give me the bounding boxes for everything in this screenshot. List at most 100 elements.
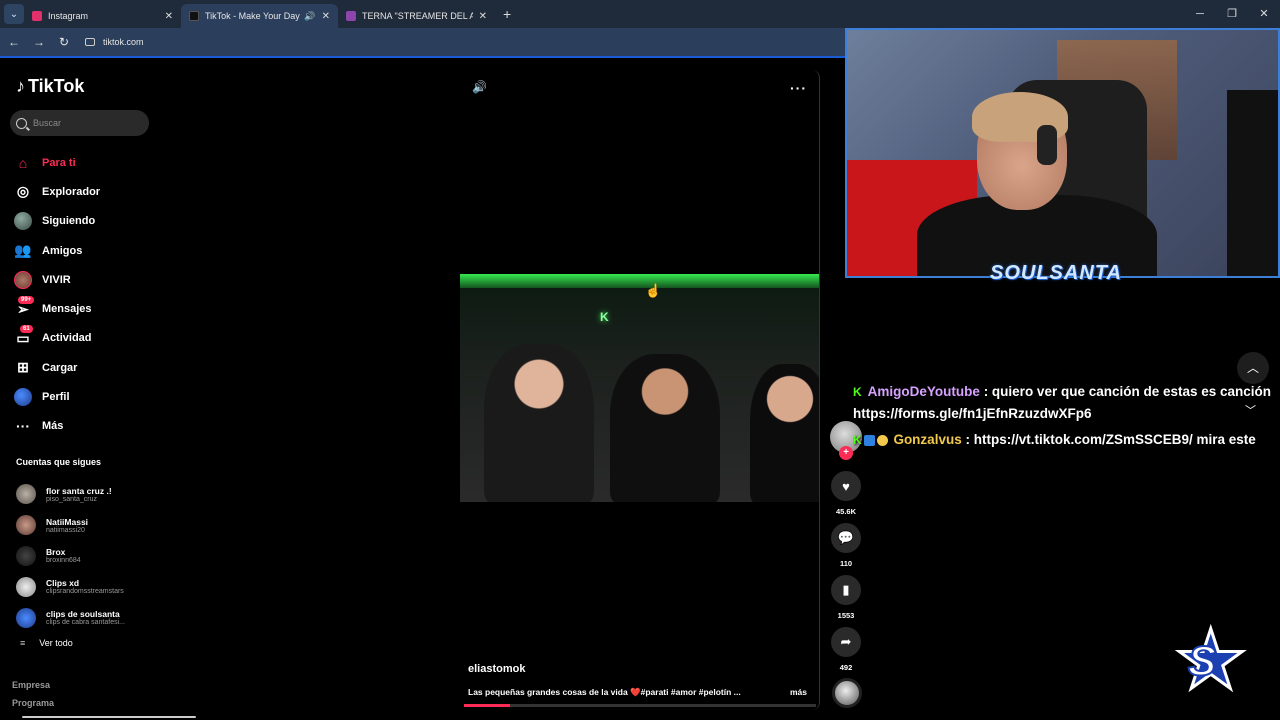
- volume-icon[interactable]: 🔊: [472, 80, 487, 94]
- site-info-icon[interactable]: [85, 38, 95, 46]
- main-nav: ⌂ Para ti ◎ Explorador Siguiendo 👥 Amigo…: [14, 148, 100, 441]
- search-placeholder: Buscar: [33, 118, 62, 128]
- following-name: Brox: [46, 547, 66, 558]
- following-handle: clipsrandomsstreamstars: [46, 588, 124, 596]
- horizontal-scrollbar[interactable]: [22, 716, 196, 718]
- reload-icon[interactable]: ↻: [53, 35, 75, 49]
- following-handle: piso_santa_cruz: [46, 495, 97, 503]
- new-tab-button[interactable]: +: [503, 6, 511, 22]
- tiktok-logo[interactable]: ♪ TikTok: [16, 76, 84, 97]
- search-input[interactable]: Buscar: [10, 110, 149, 136]
- video-progress-bar[interactable]: [464, 704, 816, 707]
- webcam-name-label: SOULSANTA: [990, 262, 1122, 284]
- window-controls: ─ ❐ ✕: [1184, 0, 1280, 28]
- nav-label: Perfil: [42, 391, 70, 404]
- nav-label: Siguiendo: [42, 215, 96, 228]
- logo-text: TikTok: [28, 76, 85, 96]
- speaker-icon[interactable]: 🔊: [304, 11, 315, 22]
- tiktok-icon: [189, 11, 199, 21]
- url-field[interactable]: tiktok.com: [85, 37, 144, 47]
- footer-link-empresa[interactable]: Empresa: [12, 680, 50, 690]
- more-options-icon[interactable]: ···: [790, 80, 807, 96]
- restore-icon[interactable]: ❐: [1216, 0, 1248, 28]
- live-avatar-icon: [14, 270, 32, 289]
- tab-title: Instagram: [48, 11, 89, 21]
- tab-terna[interactable]: TERNA "STREAMER DEL AÑO" ✕: [338, 4, 495, 28]
- nav-para-ti[interactable]: ⌂ Para ti: [14, 148, 100, 177]
- minimize-icon[interactable]: ─: [1184, 0, 1216, 28]
- close-window-icon[interactable]: ✕: [1248, 0, 1280, 28]
- following-item[interactable]: Clips xd clipsrandomsstreamstars: [16, 571, 125, 602]
- share-count: 492: [839, 663, 853, 672]
- following-name: Clips xd: [46, 578, 80, 589]
- forward-icon[interactable]: →: [28, 35, 50, 49]
- nav-siguiendo[interactable]: Siguiendo: [14, 207, 100, 236]
- chat-username: AmigoDeYoutube: [867, 384, 980, 399]
- following-name: clips de soulsanta: [46, 609, 120, 620]
- browser-tab-bar: ⌄ Instagram ✕ TikTok - Make Your Day 🔊 ✕…: [0, 0, 1280, 28]
- chat-text: : quiero ver que canción de estas es can…: [983, 384, 1272, 399]
- heart-icon: ♥: [842, 478, 850, 494]
- stream-chat-overlay: K AmigoDeYoutube : quiero ver que canción…: [853, 384, 1280, 454]
- footer-link-programa[interactable]: Programa: [12, 698, 54, 708]
- tab-title: TikTok - Make Your Day: [205, 11, 300, 21]
- close-icon[interactable]: ✕: [322, 11, 330, 22]
- comment-button[interactable]: 💬: [831, 523, 861, 553]
- following-item[interactable]: NatiiMassi natiimassi20: [16, 510, 125, 541]
- chat-message: https://forms.gle/fn1jEfnRzuzdwXFp6: [853, 406, 1280, 428]
- star-badge-icon: [876, 434, 888, 446]
- nav-label: Cargar: [42, 361, 78, 374]
- url-text: tiktok.com: [103, 37, 144, 47]
- chat-text: : https://vt.tiktok.com/ZSmSSCEB9/ mira …: [965, 432, 1256, 447]
- kick-badge-icon: K: [853, 385, 862, 399]
- avatar: [16, 545, 36, 566]
- music-disc-avatar[interactable]: [832, 678, 862, 708]
- avatar: [16, 484, 36, 505]
- tab-instagram[interactable]: Instagram ✕: [24, 4, 181, 28]
- home-icon: ⌂: [18, 154, 28, 171]
- share-icon: ➦: [840, 634, 852, 649]
- tab-tiktok[interactable]: TikTok - Make Your Day 🔊 ✕: [181, 4, 338, 28]
- scroll-up-button[interactable]: ︿: [1237, 352, 1269, 384]
- like-button[interactable]: ♥: [831, 471, 861, 501]
- chat-message: K Gonzalvus : https://vt.tiktok.com/ZSmS…: [853, 432, 1280, 454]
- close-icon[interactable]: ✕: [479, 11, 487, 22]
- instagram-icon: [32, 11, 42, 21]
- tab-search-button[interactable]: ⌄: [4, 4, 24, 24]
- following-name: NatiiMassi: [46, 516, 89, 527]
- nav-cargar[interactable]: ⊞ Cargar: [14, 353, 100, 382]
- person-left: [484, 344, 594, 502]
- avatar: [16, 515, 36, 536]
- following-item[interactable]: Brox broxinn684: [16, 541, 125, 572]
- nav-vivir[interactable]: VIVIR: [14, 265, 100, 294]
- video-progress-fill: [464, 704, 510, 707]
- nav-perfil[interactable]: Perfil: [14, 382, 100, 411]
- nav-mas[interactable]: ··· Más: [14, 412, 100, 441]
- cam-background-person: [1227, 90, 1278, 276]
- logo-letter: S: [1187, 637, 1217, 684]
- nav-label: VIVIR: [42, 273, 71, 286]
- share-button[interactable]: ➦: [831, 627, 861, 657]
- compass-icon: ◎: [16, 183, 30, 200]
- chat-username: Gonzalvus: [893, 432, 962, 447]
- follow-plus-icon[interactable]: +: [839, 446, 853, 460]
- following-item[interactable]: flor santa cruz .! piso_santa_cruz: [16, 479, 125, 510]
- nav-label: Para ti: [42, 156, 76, 169]
- following-item[interactable]: clips de soulsanta clips de cabra santafe…: [16, 602, 125, 633]
- save-button[interactable]: ▮: [831, 575, 861, 605]
- close-icon[interactable]: ✕: [165, 11, 173, 22]
- nav-label: Actividad: [42, 332, 92, 345]
- creator-name[interactable]: eliastomok: [468, 663, 525, 675]
- back-icon[interactable]: ←: [3, 35, 25, 49]
- nav-mensajes[interactable]: ➢ 99+ Mensajes: [14, 294, 100, 323]
- nav-explorador[interactable]: ◎ Explorador: [14, 177, 100, 206]
- following-avatar-icon: [14, 212, 32, 231]
- see-all-button[interactable]: ≡ Ver todo: [20, 638, 73, 648]
- moderator-badge-icon: [863, 434, 875, 446]
- avatar: [16, 576, 36, 597]
- caption-more-button[interactable]: más: [790, 687, 807, 697]
- nav-actividad[interactable]: ▭ 61 Actividad: [14, 324, 100, 353]
- upload-icon: ⊞: [17, 359, 29, 376]
- tiktok-note-icon: ♪: [16, 76, 25, 96]
- nav-amigos[interactable]: 👥 Amigos: [14, 236, 100, 265]
